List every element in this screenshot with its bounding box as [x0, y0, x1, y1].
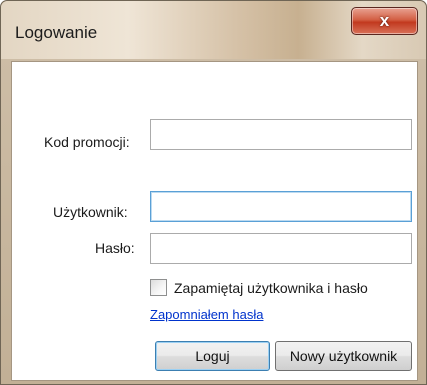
password-input[interactable] — [150, 233, 412, 264]
close-icon: x — [379, 11, 390, 30]
username-label: Użytkownik: — [53, 204, 128, 220]
forgot-password-link[interactable]: Zapomniałem hasła — [150, 307, 263, 322]
window-title: Logowanie — [15, 23, 98, 42]
promo-code-input[interactable] — [150, 119, 412, 150]
username-input[interactable] — [150, 191, 412, 222]
login-button-label: Loguj — [195, 348, 230, 364]
login-button[interactable]: Loguj — [155, 341, 270, 371]
title-bar[interactable]: Logowanie x — [1, 1, 426, 59]
new-user-button-label: Nowy użytkownik — [289, 348, 398, 364]
remember-checkbox[interactable] — [150, 279, 167, 296]
remember-label[interactable]: Zapamiętaj użytkownika i hasło — [174, 280, 368, 296]
login-dialog: Logowanie x Kod promocji: Użytkownik: Ha… — [0, 0, 427, 385]
new-user-button[interactable]: Nowy użytkownik — [275, 341, 412, 371]
close-button[interactable]: x — [351, 7, 418, 35]
password-label: Hasło: — [95, 240, 135, 256]
promo-code-label: Kod promocji: — [44, 134, 130, 150]
